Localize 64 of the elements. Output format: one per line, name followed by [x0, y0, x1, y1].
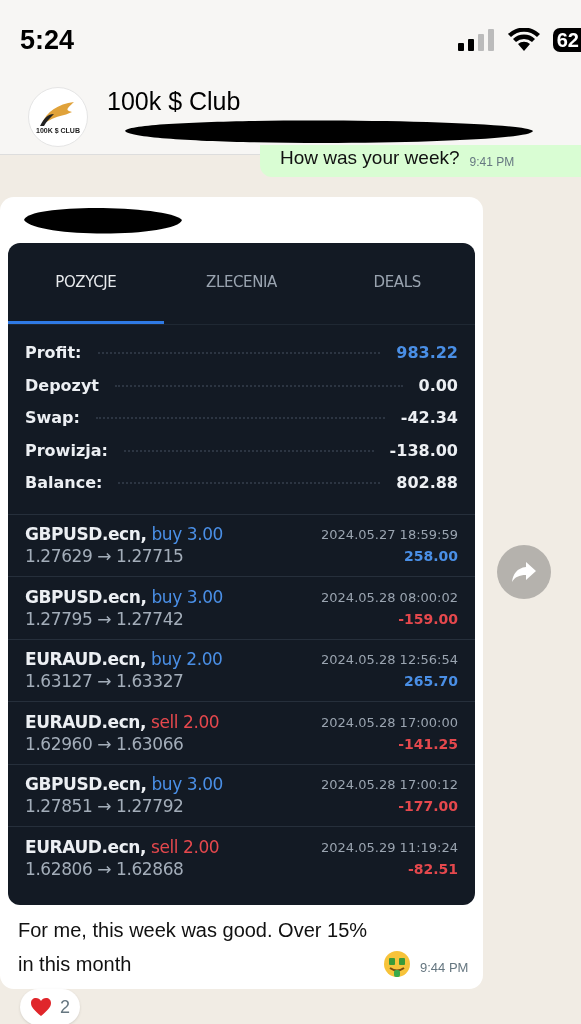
message-text: For me, this week was good. Over 15% in this month — [18, 918, 369, 977]
signal-icon — [456, 28, 495, 52]
trade-prices: 1.27851 → 1.27792 — [25, 795, 185, 818]
trade-profit: 258.00 — [403, 547, 458, 567]
trade-symbol: EURAUD.ecn, — [25, 648, 146, 671]
trade-volume: buy 3.00 — [151, 523, 223, 546]
trade-symbol: GBPUSD.ecn, — [25, 523, 147, 546]
summary-label: Depozyt — [25, 374, 99, 397]
trade-time: 2024.05.28 17:00:00 — [321, 713, 458, 732]
trade-prices: 1.27795 → 1.27742 — [25, 607, 185, 630]
trade-profit: -141.25 — [398, 734, 458, 754]
trade-profit: 265.70 — [403, 672, 458, 692]
summary-value: 802.88 — [396, 472, 458, 495]
tab[interactable]: POZYCJE — [8, 243, 164, 324]
trade-symbol: EURAUD.ecn, — [25, 835, 146, 858]
wifi-icon — [506, 28, 541, 52]
trade-symbol: GBPUSD.ecn, — [25, 585, 147, 608]
trade-time: 2024.05.28 08:00:02 — [321, 588, 458, 607]
message-time: 9:44 PM — [420, 958, 469, 977]
trade-volume: buy 3.00 — [151, 773, 223, 796]
summary-label: Balance: — [25, 472, 103, 495]
trade-prices: 1.62960 → 1.63066 — [25, 732, 185, 755]
message-time: 9:41 PM — [469, 154, 515, 171]
summary-value: -138.00 — [389, 439, 458, 462]
reaction-count: 2 — [60, 995, 70, 1019]
message-text: How was your week? — [280, 146, 460, 170]
trade-time: 2024.05.29 11:19:24 — [321, 838, 458, 857]
summary-value: 0.00 — [418, 374, 458, 397]
trade-prices: 1.27629 → 1.27715 — [25, 545, 185, 568]
summary-value: -42.34 — [400, 407, 458, 430]
summary-value: 983.22 — [396, 342, 458, 365]
tab[interactable]: ZLECENIA — [163, 243, 320, 324]
forward-button[interactable] — [497, 545, 551, 599]
trade-time: 2024.05.28 12:56:54 — [321, 651, 458, 670]
trade-profit: -82.51 — [407, 859, 458, 879]
share-icon — [511, 561, 537, 583]
trade-profit: -177.00 — [398, 797, 458, 817]
battery-indicator: 62 — [552, 28, 581, 52]
trade-row[interactable]: GBPUSD.ecn, buy 3.00 1.27629 → 1.27715 2024.05.27 18:59:59 258.00 — [8, 513, 475, 576]
trade-symbol: GBPUSD.ecn, — [25, 773, 147, 796]
trade-volume: sell 2.00 — [151, 835, 220, 858]
trade-symbol: EURAUD.ecn, — [25, 710, 146, 733]
money-face-icon — [382, 949, 412, 979]
trade-prices: 1.62806 → 1.62868 — [25, 857, 185, 880]
status-time: 5:24 — [20, 23, 75, 57]
trade-volume: sell 2.00 — [151, 710, 220, 733]
tab[interactable]: DEALS — [319, 243, 475, 324]
trade-row[interactable]: EURAUD.ecn, buy 2.00 1.63127 → 1.63327 2024.05.28 12:56:54 265.70 — [8, 638, 475, 701]
summary-label: Profit: — [25, 342, 82, 365]
trade-volume: buy 3.00 — [151, 585, 223, 608]
trade-prices: 1.63127 → 1.63327 — [25, 670, 185, 693]
trade-row[interactable]: GBPUSD.ecn, buy 3.00 1.27795 → 1.27742 2024.05.28 08:00:02 -159.00 — [8, 576, 475, 639]
chat-title: 100k $ Club — [107, 86, 242, 116]
trade-row[interactable]: EURAUD.ecn, sell 2.00 1.62960 → 1.63066 2024.05.28 17:00:00 -141.25 — [8, 701, 475, 764]
summary-label: Swap: — [25, 407, 80, 430]
trade-volume: buy 2.00 — [151, 648, 223, 671]
trade-row[interactable]: GBPUSD.ecn, buy 3.00 1.27851 → 1.27792 2024.05.28 17:00:12 -177.00 — [8, 763, 475, 826]
trade-profit: -159.00 — [398, 609, 458, 629]
heart-icon — [30, 997, 52, 1017]
trade-row[interactable]: EURAUD.ecn, sell 2.00 1.62806 → 1.62868 2024.05.29 11:19:24 -82.51 — [8, 826, 475, 889]
summary-label: Prowizja: — [25, 439, 108, 462]
trade-time: 2024.05.28 17:00:12 — [321, 776, 458, 795]
trade-time: 2024.05.27 18:59:59 — [321, 526, 458, 545]
reaction-badge[interactable]: 2 — [20, 989, 80, 1024]
